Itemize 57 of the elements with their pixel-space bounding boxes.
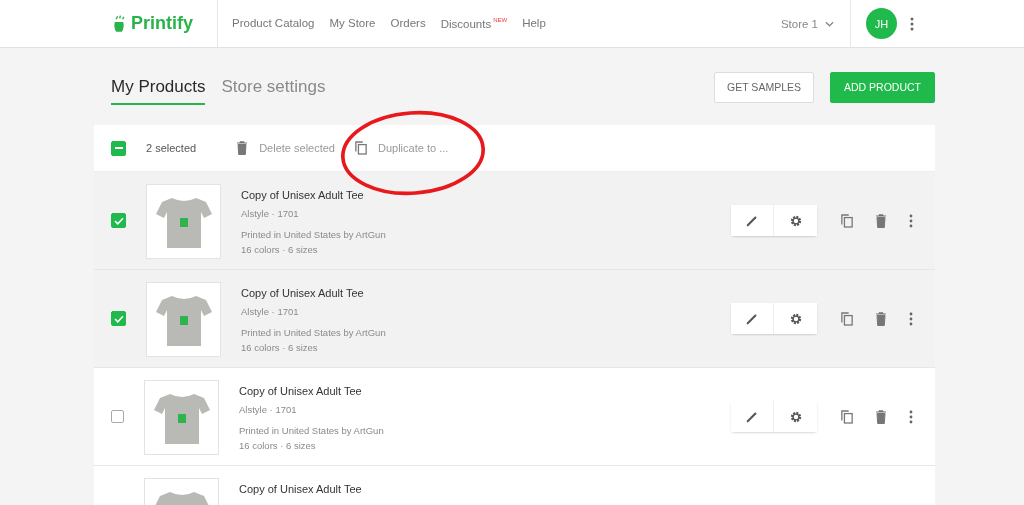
duplicate-icon[interactable] xyxy=(841,213,853,228)
print-provider: Printed in United States by ArtGun xyxy=(241,326,386,340)
get-samples-button[interactable]: GET SAMPLES xyxy=(714,71,814,103)
brush-icon[interactable] xyxy=(746,214,758,227)
add-product-button[interactable]: ADD PRODUCT xyxy=(830,71,935,103)
settings-button[interactable] xyxy=(774,303,817,334)
product-title[interactable]: Copy of Unisex Adult Tee xyxy=(239,385,384,397)
store-dropdown[interactable]: Store 1 xyxy=(780,17,834,30)
duplicate-icon[interactable] xyxy=(841,409,853,424)
product-brand: Alstyle · 1701 xyxy=(241,305,300,319)
checkbox[interactable] xyxy=(111,311,126,326)
variant-count: 16 colors · 6 sizes xyxy=(241,243,319,257)
delete-icon[interactable] xyxy=(875,213,887,228)
nav-link[interactable]: Product Catalog xyxy=(232,17,315,30)
more-icon[interactable] xyxy=(909,311,913,326)
more-icon[interactable] xyxy=(910,16,914,31)
nav-link[interactable]: Help xyxy=(522,17,546,30)
gear-icon[interactable] xyxy=(789,410,802,423)
checkbox[interactable] xyxy=(111,140,126,156)
delete-icon[interactable] xyxy=(875,409,887,424)
tab[interactable]: Store settings xyxy=(221,69,326,105)
settings-button[interactable] xyxy=(774,401,817,432)
settings-button[interactable] xyxy=(774,205,817,236)
logo-text[interactable]: Printify xyxy=(131,13,193,34)
gear-icon[interactable] xyxy=(789,312,802,325)
tab[interactable]: My Products xyxy=(111,69,206,105)
print-provider: Printed in United States by ArtGun xyxy=(241,228,386,242)
product-title[interactable]: Copy of Unisex Adult Tee xyxy=(241,189,386,201)
selected-count: 2 selected xyxy=(146,142,197,154)
brush-icon[interactable] xyxy=(746,312,758,325)
chevron-down-icon[interactable] xyxy=(825,20,834,27)
brush-icon[interactable] xyxy=(746,410,758,423)
more-icon[interactable] xyxy=(909,409,913,424)
product-thumbnail[interactable] xyxy=(146,184,221,259)
product-title[interactable]: Copy of Unisex Adult Tee xyxy=(241,287,386,299)
product-thumbnail[interactable] xyxy=(144,380,219,455)
delete-icon[interactable] xyxy=(875,311,887,326)
more-icon[interactable] xyxy=(909,213,913,228)
duplicate-icon[interactable] xyxy=(355,141,367,155)
trash-icon[interactable] xyxy=(236,141,249,155)
gear-icon[interactable] xyxy=(789,214,802,227)
variant-count: 16 colors · 6 sizes xyxy=(239,439,317,453)
variant-count: 16 colors · 6 sizes xyxy=(241,341,319,355)
checkbox[interactable] xyxy=(111,213,126,228)
duplicate-icon[interactable] xyxy=(841,311,853,326)
nav-link[interactable]: Discounts $^{NEW}$ xyxy=(440,17,508,30)
product-brand: Alstyle · 1701 xyxy=(239,403,298,417)
nav-link[interactable]: Orders xyxy=(390,17,426,30)
product-brand: Alstyle · 1701 xyxy=(241,207,300,221)
product-thumbnail[interactable] xyxy=(146,282,221,357)
print-provider: Printed in United States by ArtGun xyxy=(239,424,384,438)
delete-selected-button[interactable]: Delete selected xyxy=(236,141,335,155)
duplicate-button[interactable]: Duplicate to ... xyxy=(355,141,449,155)
checkbox[interactable] xyxy=(111,410,124,423)
nav-link[interactable]: My Store xyxy=(329,17,376,30)
avatar[interactable]: JH xyxy=(866,8,897,39)
product-title[interactable]: Copy of Unisex Adult Tee xyxy=(239,483,362,495)
